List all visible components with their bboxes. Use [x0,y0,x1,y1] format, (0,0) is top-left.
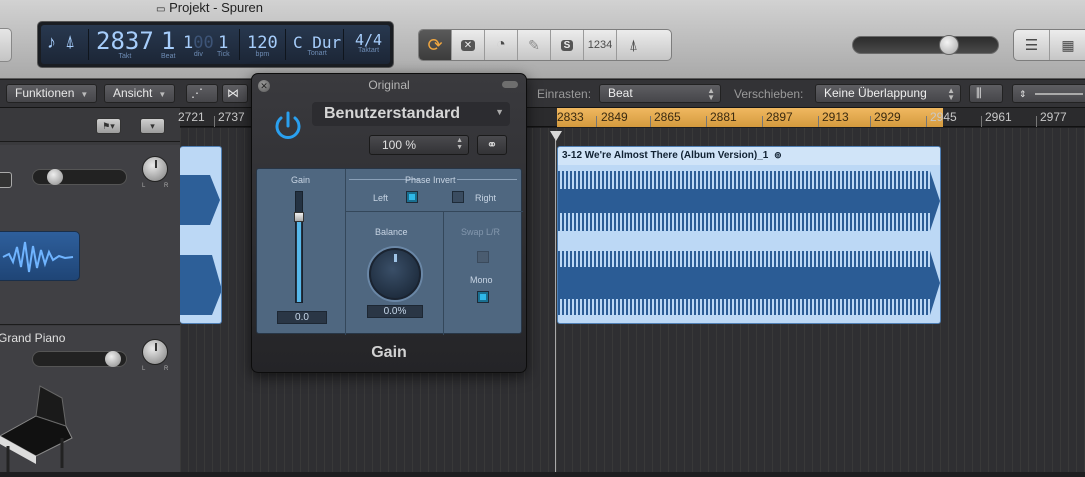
count-in-button[interactable]: 1234 [584,30,617,60]
phase-invert-left-checkbox[interactable] [406,191,418,203]
mode-buttons: ⟳ ✕ ◔ ✎ S 1234 ⍋ [418,29,672,61]
swap-lr-label: Swap L/R [461,227,501,237]
tracks-menubar: Funktionen ▼ Ansicht ▼ ⋰ ⋈ Einrasten: Beat… [0,80,1085,108]
replace-button[interactable]: ✕ [452,30,485,60]
balance-value[interactable]: 0.0% [367,305,423,318]
phase-invert-right-checkbox[interactable] [452,191,464,203]
gain-fader-handle[interactable] [294,212,304,222]
plugin-window-title: Original [368,78,410,92]
balance-label: Balance [375,227,408,237]
pointer-tool-icon: ⋰ [191,86,203,100]
playhead-line[interactable] [555,138,556,472]
view-buttons: ☰ ▦ [1013,29,1085,61]
waveform-icon: ⫼ [976,86,982,100]
solo-button[interactable]: S [551,30,584,60]
tuner-icon[interactable]: ♪ [47,32,56,53]
gain-plugin-window[interactable]: ✕ Original Benutzerstandard ▼ 100 % ▲ ▼ ⚭ G… [251,73,527,373]
swap-lr-checkbox[interactable] [477,251,489,263]
track-audio[interactable]: LR [0,145,180,325]
track-region-button[interactable] [0,172,12,188]
track2-pan-knob[interactable] [142,339,168,365]
plugin-name: Gain [371,344,407,361]
crossfade-icon: ⋈ [227,86,239,100]
track2-volume-slider[interactable] [32,351,127,367]
browser-button[interactable]: ▦ [1050,30,1085,60]
window-title: ▭ Projekt - Spuren [156,0,264,15]
gain-value[interactable]: 0.0 [277,311,327,324]
audio-track-icon [0,231,80,281]
autopunch-button[interactable]: ✎ [518,30,551,60]
cycle-icon: ⟳ [427,34,443,55]
gauge-icon: ◔ [496,36,506,53]
tuner-button[interactable]: ◔ [485,30,518,60]
pen-icon: ✎ [528,36,540,53]
cycle-button[interactable]: ⟳ [419,30,452,60]
library-button[interactable] [0,28,12,62]
region-waveform [558,171,940,315]
drag-mode-select[interactable]: Keine Überlappung ▲ ▼ [815,84,961,103]
functions-menu[interactable]: Funktionen ▼ [6,84,98,103]
solo-icon: S [560,39,574,51]
audio-region-left[interactable] [180,146,222,324]
preset-menu[interactable]: Benutzerstandard ▼ [312,102,510,126]
control-bar: ▭ Projekt - Spuren ♪ ⍋ 2837 Takt 1 Beat … [0,0,1085,79]
track1-pan-knob[interactable] [142,156,168,182]
list-icon: ☰ [1024,37,1039,54]
link-button[interactable]: ⚭ [477,135,507,155]
metronome-button[interactable]: ⍋ [617,30,650,60]
lcd-tempo[interactable]: 120 bpm [247,33,278,58]
fade-tool-button[interactable]: ⋈ [222,84,248,103]
snap-label: Einrasten: [537,87,592,101]
replace-icon: ✕ [460,39,476,51]
track1-volume-slider[interactable] [32,169,127,185]
lcd-key[interactable]: C Dur Tonart [293,33,341,57]
waveform-zoom-button[interactable]: ⫼ [969,84,1003,103]
master-volume-knob[interactable] [939,35,959,55]
browser-icon: ▦ [1061,36,1075,53]
gain-fader[interactable] [294,191,304,303]
global-tracks-button[interactable]: ▾ [140,118,165,134]
zoom-updown-icon: ⇕ [1019,89,1027,99]
lcd-beat: 1 Beat [161,27,176,60]
audio-region-main[interactable]: 3-12 We're Almost There (Album Version)_… [557,146,941,324]
gain-label: Gain [291,175,311,185]
document-icon: ▭ [156,4,166,15]
mono-label: Mono [470,275,493,285]
playhead-handle[interactable] [550,131,562,141]
bypass-power-button[interactable] [270,108,306,144]
horizontal-zoom-slider[interactable]: ⇕ [1012,84,1085,103]
lcd-display[interactable]: ♪ ⍋ 2837 Takt 1 Beat 100 div 1 Tick 120 [37,21,394,68]
gain-controls-panel: Gain 0.0 Phase Invert Left Right Balance… [256,168,523,335]
balance-knob[interactable] [369,248,421,300]
power-icon [275,111,301,139]
view-menu[interactable]: Ansicht ▼ [104,84,176,103]
phase-invert-label: Phase Invert [405,175,456,185]
lcd-division: 100 div [183,33,214,58]
list-editors-button[interactable]: ☰ [1014,30,1050,60]
link-icon: ⚭ [486,137,498,152]
track-header-toolbar: ⚑▾ ▾ [0,108,180,142]
track-grand-piano[interactable]: Grand Piano LR [0,326,180,472]
lcd-tick: 1 Tick [217,33,230,58]
metronome-small-icon[interactable]: ⍋ [65,32,75,52]
track-headers: ⚑▾ ▾ LR Grand Piano LR [0,108,180,472]
region-title: 3-12 We're Almost There (Album Version)_… [558,147,940,165]
left-label: Left [373,193,389,203]
drag-label: Verschieben: [734,87,804,101]
track2-name: Grand Piano [0,331,66,345]
tool-pointer-button[interactable]: ⋰ [186,84,218,103]
lcd-bar: 2837 Takt [96,27,154,60]
master-volume-slider[interactable] [852,35,999,55]
flag-icon: ⚑▾ [102,121,115,131]
right-label: Right [475,193,497,203]
mono-checkbox[interactable] [477,291,489,303]
lcd-time-signature[interactable]: 4/4 Taktart [355,31,382,54]
snap-select[interactable]: Beat ▲ ▼ [599,84,721,103]
metronome-icon: ⍋ [628,36,638,54]
view-zoom-select[interactable]: 100 % ▲ ▼ [369,135,469,155]
chevron-down-icon: ▾ [150,121,155,131]
loop-icon: ⊚ [774,150,782,160]
add-track-flag-button[interactable]: ⚑▾ [96,118,121,134]
grand-piano-icon [0,376,76,472]
